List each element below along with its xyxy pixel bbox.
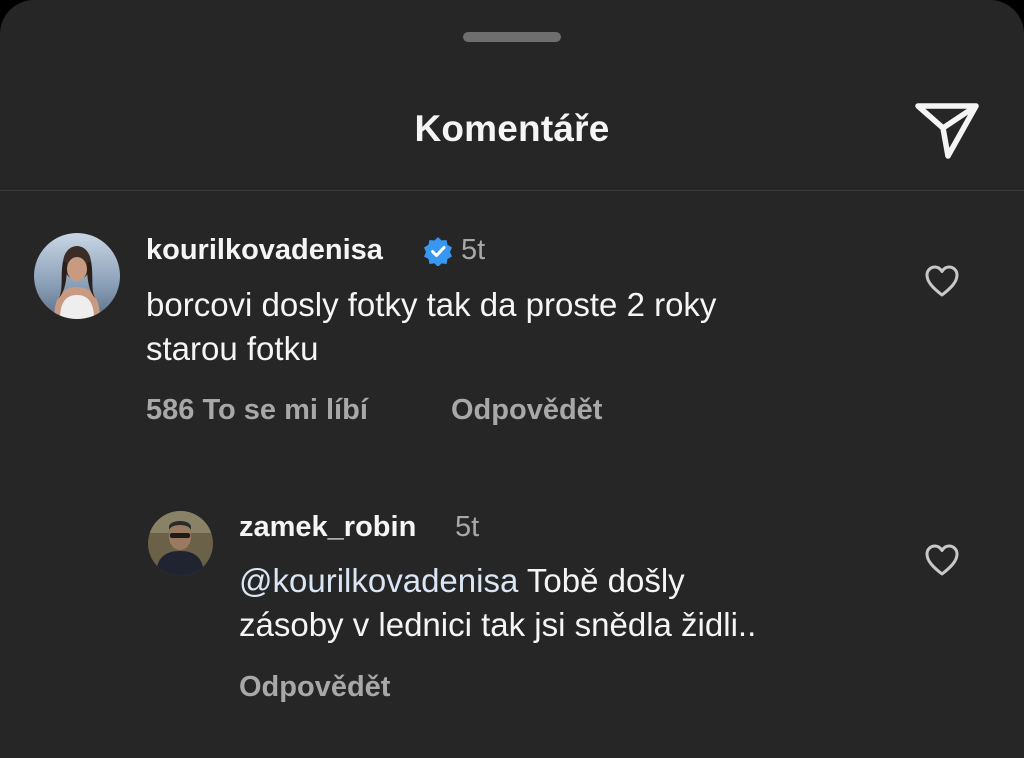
avatar[interactable] (34, 233, 120, 319)
sheet-grabber-handle[interactable] (463, 32, 561, 42)
comment-username[interactable]: kourilkovadenisa (146, 234, 383, 267)
share-button[interactable] (912, 100, 982, 162)
comment-text: borcovi dosly fotky tak da proste 2 roky… (146, 283, 716, 371)
page-title: Komentáře (414, 108, 610, 149)
reply-text: @kourilkovadenisa Tobě došly zásoby v le… (239, 559, 756, 647)
header-divider (0, 190, 1024, 191)
comment-text-line: starou fotku (146, 330, 319, 367)
reply-username[interactable]: zamek_robin (239, 511, 416, 544)
mention-link[interactable]: @kourilkovadenisa (239, 562, 518, 599)
comment-text-line: borcovi dosly fotky tak da proste 2 roky (146, 286, 717, 323)
reply-button[interactable]: Odpovědět (451, 394, 602, 427)
reply-text-fragment: Tobě došly (518, 562, 685, 599)
verified-badge-icon (424, 237, 452, 266)
reply-text-line: @kourilkovadenisa Tobě došly (239, 559, 756, 603)
avatar[interactable] (148, 511, 213, 576)
likes-count[interactable]: 586 To se mi líbí (146, 394, 368, 427)
heart-outline-icon[interactable] (924, 264, 960, 298)
comments-sheet: Komentáře kourilkovadenisa 5t borcovi do… (0, 0, 1024, 758)
heart-outline-icon[interactable] (924, 543, 960, 577)
paper-plane-icon (915, 103, 979, 159)
reply-timestamp: 5t (455, 511, 480, 543)
comment-timestamp: 5t (461, 234, 486, 266)
reply-text-line: zásoby v lednici tak jsi snědla židli.. (239, 606, 757, 643)
reply-button[interactable]: Odpovědět (239, 671, 390, 704)
